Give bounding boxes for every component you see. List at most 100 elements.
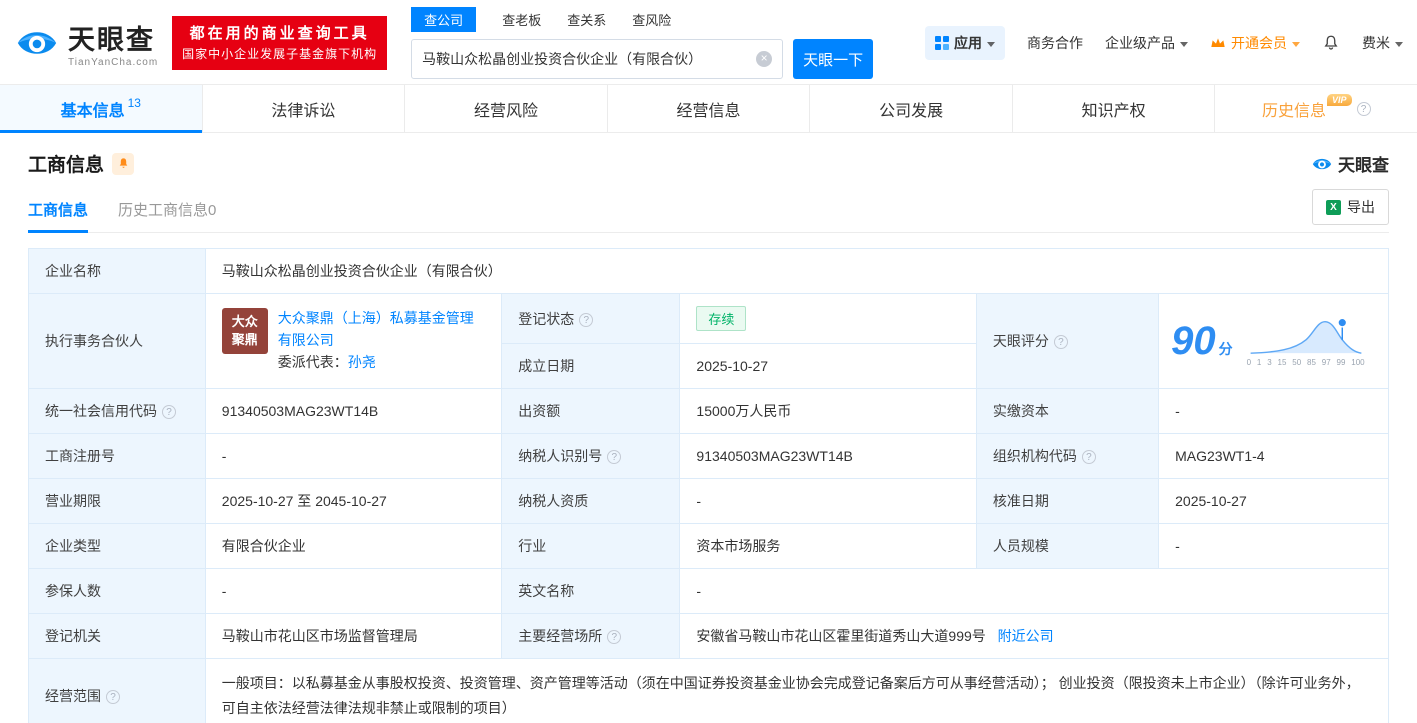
user-menu[interactable]: 费米	[1362, 33, 1403, 53]
score-marker-pin	[1336, 317, 1347, 328]
partner-name-link[interactable]: 大众聚鼎（上海）私募基金管理有限公司	[278, 310, 474, 348]
crown-icon	[1211, 38, 1225, 47]
axis-tick: 50	[1292, 358, 1302, 367]
value-org-code: MAG23WT1-4	[1158, 433, 1389, 479]
tab-company-development[interactable]: 公司发展	[810, 85, 1013, 132]
nearby-companies-link[interactable]: 附近公司	[998, 628, 1054, 644]
table-row: 登记机关 马鞍山市花山区市场监督管理局 主要经营场所 安徽省马鞍山市花山区霍里街…	[28, 613, 1389, 659]
help-icon[interactable]	[1356, 101, 1371, 116]
label-reg-status-text: 登记状态	[518, 310, 575, 327]
apps-grid-icon	[935, 36, 949, 50]
tianyancha-eye-icon	[1312, 158, 1332, 169]
score-number: 90 分	[1171, 321, 1233, 361]
export-label: 导出	[1347, 199, 1375, 215]
tab-intellectual-property-label: 知识产权	[1081, 102, 1146, 120]
value-reg-authority: 马鞍山市花山区市场监督管理局	[204, 613, 503, 659]
score-cell: 90 分 0 1 3 15 50 85 97 99 100	[1171, 315, 1376, 367]
value-english-name: -	[679, 568, 1389, 614]
help-icon[interactable]	[1053, 335, 1068, 349]
tab-history-info-label: 历史信息	[1261, 102, 1326, 120]
slogan-banner: 都在用的商业查询工具 国家中小企业发展子基金旗下机构	[172, 15, 388, 71]
label-score: 天眼评分	[975, 293, 1160, 389]
table-row: 执行事务合伙人 大众 聚鼎 大众聚鼎（上海）私募基金管理有限公司 委派代表：孙尧	[28, 293, 1389, 389]
partner-logo[interactable]: 大众 聚鼎	[221, 308, 268, 355]
tab-legal-proceedings[interactable]: 法律诉讼	[203, 85, 406, 132]
help-icon[interactable]	[579, 312, 594, 327]
notifications-button[interactable]	[1322, 34, 1340, 52]
value-business-term: 2025-10-27 至 2045-10-27	[204, 478, 503, 524]
top-header: 天眼查 TianYanCha.com 都在用的商业查询工具 国家中小企业发展子基…	[0, 0, 1417, 84]
open-vip-menu[interactable]: 开通会员	[1210, 33, 1300, 53]
chevron-down-icon	[987, 41, 995, 47]
search-box	[411, 39, 784, 79]
axis-tick: 3	[1267, 358, 1272, 367]
watermark-label: 天眼查	[1338, 156, 1389, 175]
business-info-table: 企业名称 马鞍山众松晶创业投资合伙企业（有限合伙） 执行事务合伙人 大众 聚鼎 …	[28, 248, 1390, 723]
monitor-bell-button[interactable]	[112, 152, 135, 175]
value-taxpayer-id: 91340503MAG23WT14B	[679, 433, 977, 479]
enterprise-products-label: 企业级产品	[1105, 35, 1175, 51]
label-reg-authority: 登记机关	[28, 613, 206, 659]
company-nav-tabs: 基本信息 13 法律诉讼 经营风险 经营信息 公司发展 知识产权 历史信息 VI…	[0, 84, 1417, 133]
tab-operating-info[interactable]: 经营信息	[608, 85, 811, 132]
search-tab-company[interactable]: 查公司	[411, 7, 477, 32]
apps-menu[interactable]: 应用	[925, 26, 1005, 60]
table-row: 营业期限 2025-10-27 至 2045-10-27 纳税人资质 - 核准日…	[28, 478, 1389, 524]
score-distribution-chart: 0 1 3 15 50 85 97 99 100	[1247, 315, 1365, 367]
slogan-line2: 国家中小企业发展子基金旗下机构	[182, 47, 378, 62]
delegate-name-link[interactable]: 孙尧	[348, 354, 376, 370]
help-icon[interactable]	[162, 405, 176, 419]
axis-tick: 100	[1351, 358, 1365, 367]
label-business-address-text: 主要经营场所	[518, 628, 603, 644]
clear-search-icon[interactable]	[756, 51, 773, 67]
label-reg-number: 工商注册号	[28, 433, 206, 479]
tab-operating-risk[interactable]: 经营风险	[405, 85, 608, 132]
subtab-business-info[interactable]: 工商信息	[28, 199, 89, 233]
axis-tick: 99	[1336, 358, 1346, 367]
business-cooperation-link[interactable]: 商务合作	[1027, 33, 1083, 53]
bell-icon	[1324, 35, 1338, 50]
value-reg-status: 存续	[679, 293, 977, 344]
tab-operating-info-label: 经营信息	[676, 102, 741, 120]
tab-intellectual-property[interactable]: 知识产权	[1013, 85, 1216, 132]
table-row: 企业类型 有限合伙企业 行业 资本市场服务 人员规模 -	[28, 523, 1389, 569]
value-approval-date: 2025-10-27	[1158, 478, 1389, 524]
tab-basic-info[interactable]: 基本信息 13	[0, 85, 203, 133]
partner-logo-line2: 聚鼎	[231, 332, 258, 348]
subtab-row: 工商信息 历史工商信息0 导出	[28, 189, 1389, 233]
value-paid-capital: -	[1158, 388, 1389, 434]
score-axis-labels: 0 1 3 15 50 85 97 99 100	[1247, 358, 1365, 367]
search-type-tabs: 查公司 查老板 查关系 查风险	[411, 7, 873, 32]
search-tab-boss[interactable]: 查老板	[502, 10, 541, 29]
tab-history-info[interactable]: 历史信息 VIP	[1215, 85, 1417, 132]
axis-tick: 0	[1246, 358, 1252, 367]
label-english-name: 英文名称	[501, 568, 681, 614]
enterprise-products-menu[interactable]: 企业级产品	[1105, 33, 1188, 53]
subtab-history-business-info[interactable]: 历史工商信息0	[118, 199, 216, 232]
tianyancha-watermark: 天眼查	[1311, 151, 1389, 176]
label-reg-status: 登记状态	[501, 293, 681, 344]
help-icon[interactable]	[607, 450, 622, 464]
tianyancha-logo[interactable]: 天眼查 TianYanCha.com	[14, 18, 158, 68]
value-capital: 15000万人民币	[679, 388, 977, 434]
logo-text: 天眼查 TianYanCha.com	[68, 18, 158, 68]
section-header: 工商信息 天眼查	[28, 150, 1389, 177]
search-button[interactable]: 天眼一下	[793, 39, 874, 79]
axis-tick: 15	[1277, 358, 1287, 367]
search-tab-risk[interactable]: 查风险	[632, 10, 671, 29]
search-tab-relation[interactable]: 查关系	[567, 10, 606, 29]
help-icon[interactable]	[106, 690, 120, 705]
help-icon[interactable]	[607, 630, 622, 644]
tab-basic-info-label: 基本信息	[60, 102, 125, 120]
score-value: 90	[1171, 319, 1216, 363]
help-icon[interactable]	[1081, 450, 1096, 464]
score-unit: 分	[1218, 341, 1233, 357]
partner-info: 大众聚鼎（上海）私募基金管理有限公司 委派代表：孙尧	[278, 308, 485, 373]
search-input[interactable]	[422, 51, 757, 67]
label-capital: 出资额	[501, 388, 681, 434]
value-business-scope: 一般项目：以私募基金从事股权投资、投资管理、资产管理等活动（须在中国证券投资基金…	[204, 657, 1390, 723]
export-button[interactable]: 导出	[1312, 189, 1389, 225]
table-row: 企业名称 马鞍山众松晶创业投资合伙企业（有限合伙）	[28, 248, 1390, 294]
label-company-type: 企业类型	[28, 523, 206, 569]
label-executive-partner: 执行事务合伙人	[28, 293, 206, 389]
